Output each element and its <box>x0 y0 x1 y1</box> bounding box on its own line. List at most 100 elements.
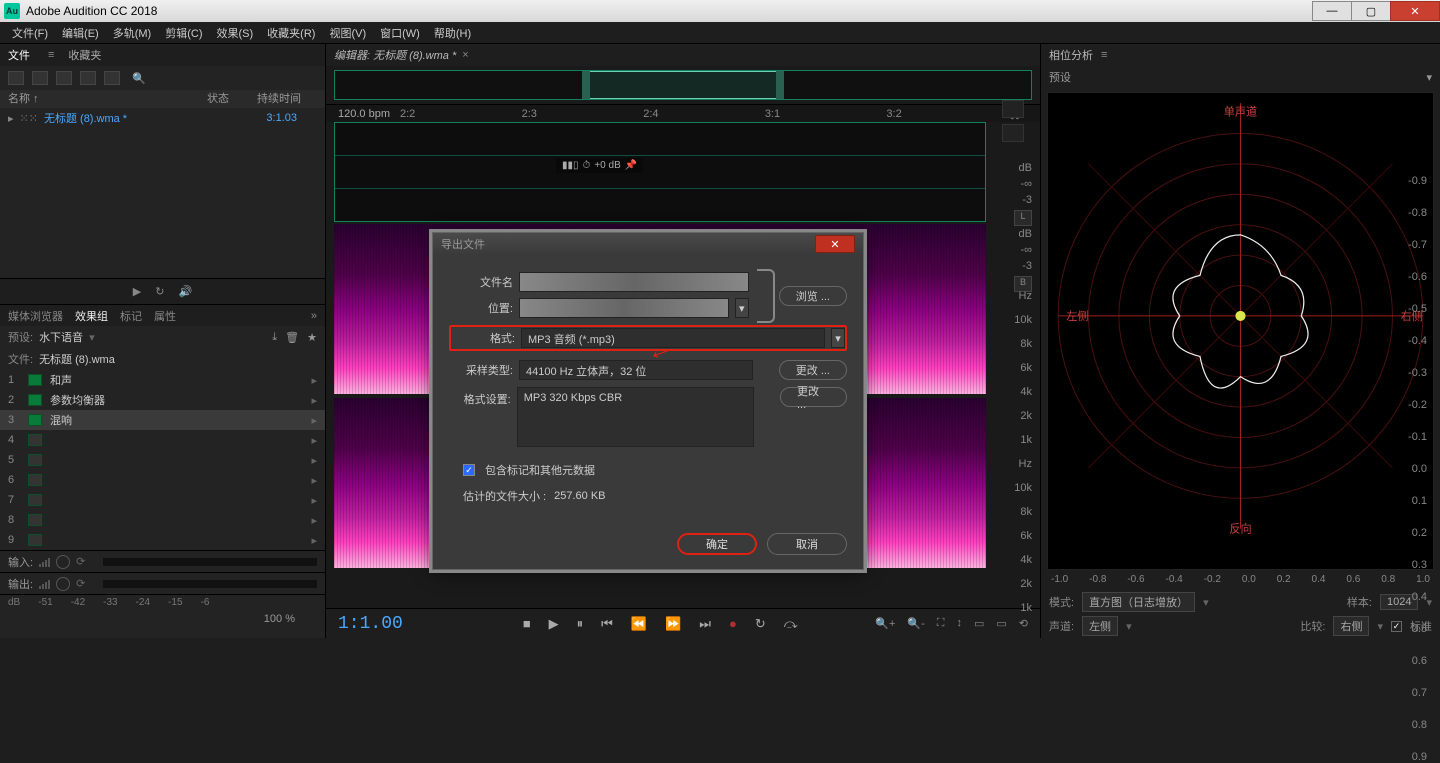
star-icon[interactable]: ★ <box>307 331 317 344</box>
col-status[interactable]: 状态 <box>207 90 257 108</box>
maximize-button[interactable]: ▢ <box>1351 1 1391 21</box>
dialog-close-button[interactable]: ✕ <box>815 235 855 253</box>
chevron-icon[interactable]: ▸ <box>311 434 317 447</box>
knob-arrow-icon[interactable]: ⟳ <box>76 577 85 590</box>
chevron-icon[interactable]: ▸ <box>311 414 317 427</box>
chevron-down-icon[interactable]: ▾ <box>1126 620 1132 633</box>
bpm-label[interactable]: 120.0 bpm <box>338 108 390 120</box>
effect-slot[interactable]: 9▸ <box>0 530 325 550</box>
mini-loop-icon[interactable]: ↻ <box>155 285 164 298</box>
selection-handle-left[interactable] <box>582 71 590 99</box>
menu-favorites[interactable]: 收藏夹(R) <box>261 23 321 43</box>
cancel-button[interactable]: 取消 <box>767 533 847 555</box>
skip-button[interactable]: ⤼ <box>784 616 798 632</box>
power-toggle[interactable] <box>28 414 42 426</box>
menu-help[interactable]: 帮助(H) <box>428 23 477 43</box>
effect-slot[interactable]: 8▸ <box>0 510 325 530</box>
include-metadata-checkbox[interactable] <box>463 464 475 476</box>
chevron-icon[interactable]: ▸ <box>311 494 317 507</box>
col-name[interactable]: 名称 ↑ <box>8 90 207 108</box>
chevron-icon[interactable]: ▸ <box>311 474 317 487</box>
power-toggle[interactable] <box>28 394 42 406</box>
save-preset-icon[interactable]: ⤓ <box>272 331 277 344</box>
close-editor-icon[interactable]: × <box>462 49 468 61</box>
dialog-titlebar[interactable]: 导出文件 ✕ <box>433 233 863 255</box>
zoom-out-icon[interactable]: 🔍- <box>907 617 924 630</box>
col-duration[interactable]: 持续时间 <box>257 90 317 108</box>
location-dropdown-icon[interactable]: ▾ <box>735 298 749 318</box>
power-toggle[interactable] <box>28 514 42 526</box>
hud-pin-icon[interactable]: 📌 <box>625 160 637 171</box>
effect-slot[interactable]: 5▸ <box>0 450 325 470</box>
tab-favorites[interactable]: 收藏夹 <box>68 47 101 63</box>
rewind-button[interactable]: ⏪ <box>631 616 647 632</box>
format-dropdown-icon[interactable]: ▾ <box>831 328 845 348</box>
insert-icon[interactable] <box>80 71 96 85</box>
view-toggle-icon[interactable] <box>1002 100 1024 118</box>
menu-view[interactable]: 视图(V) <box>323 23 372 43</box>
record-icon[interactable] <box>56 71 72 85</box>
tab-effects-rack[interactable]: 效果组 <box>75 308 108 324</box>
record-button[interactable]: ● <box>729 616 737 632</box>
chevron-icon[interactable]: ▸ <box>311 534 317 547</box>
tab-properties[interactable]: 属性 <box>154 308 176 324</box>
effect-slot[interactable]: 2参数均衡器▸ <box>0 390 325 410</box>
change-settings-button[interactable]: 更改 ... <box>780 387 847 407</box>
menu-window[interactable]: 窗口(W) <box>374 23 426 43</box>
next-button[interactable]: ⏭ <box>699 616 711 632</box>
menu-edit[interactable]: 编辑(E) <box>56 23 105 43</box>
tab-phase-analysis[interactable]: 相位分析 <box>1049 47 1093 63</box>
location-input[interactable] <box>519 298 729 318</box>
tab-markers[interactable]: 标记 <box>120 308 142 324</box>
stop-button[interactable]: ■ <box>523 616 531 632</box>
knob-arrow-icon[interactable]: ⟳ <box>76 555 85 568</box>
minimize-button[interactable]: — <box>1312 1 1352 21</box>
menu-effects[interactable]: 效果(S) <box>211 23 260 43</box>
format-select[interactable]: MP3 音频 (*.mp3) <box>521 328 825 348</box>
prev-button[interactable]: ⏮ <box>601 616 613 632</box>
pause-button[interactable]: ⏸ <box>577 616 584 632</box>
browse-button[interactable]: 浏览 ... <box>779 286 847 306</box>
close-button[interactable]: ✕ <box>1390 1 1440 21</box>
phase-scope[interactable]: 单声道 左侧 右侧 反向 -0.9 -0.8-0.7 -0.6-0.5 -0.4… <box>1047 92 1434 570</box>
filename-input[interactable] <box>519 272 749 292</box>
compare-select[interactable]: 右侧 <box>1333 616 1369 636</box>
chevron-down-icon[interactable]: ▾ <box>1426 596 1432 609</box>
power-toggle[interactable] <box>28 454 42 466</box>
tab-media-browser[interactable]: 媒体浏览器 <box>8 308 63 324</box>
forward-button[interactable]: ⏩ <box>665 616 681 632</box>
power-toggle[interactable] <box>28 474 42 486</box>
chevron-icon[interactable]: ▸ <box>311 374 317 387</box>
effect-slot[interactable]: 4▸ <box>0 430 325 450</box>
play-button[interactable]: ▶ <box>549 616 559 632</box>
mode-select[interactable]: 直方图（日志增放） <box>1082 592 1195 612</box>
power-toggle[interactable] <box>28 434 42 446</box>
menu-multitrack[interactable]: 多轨(M) <box>107 23 158 43</box>
normalize-checkbox[interactable] <box>1391 621 1402 632</box>
zoom-fit-icon[interactable]: ⛶ <box>937 617 945 630</box>
mini-play-icon[interactable]: ▶ <box>133 285 141 298</box>
mini-volume-icon[interactable]: 🔊 <box>178 285 192 298</box>
chevron-down-icon[interactable]: ▾ <box>1203 596 1209 609</box>
channel-select[interactable]: 左侧 <box>1082 616 1118 636</box>
panel-menu-icon[interactable]: ≡ <box>1101 49 1107 61</box>
timecode[interactable]: 1:1.00 <box>338 614 403 634</box>
open-file-icon[interactable] <box>32 71 48 85</box>
preset-dropdown-icon[interactable]: ▾ <box>1426 71 1432 84</box>
search-icon[interactable]: 🔍 <box>132 72 146 85</box>
selection-handle-right[interactable] <box>776 71 784 99</box>
file-row[interactable]: ▸ ⁙⁙ 无标题 (8).wma * 3:1.03 <box>0 108 325 128</box>
timeline-ruler[interactable]: 120.0 bpm 2:2 2:3 2:4 3:1 3:2 🎧 <box>326 104 1040 122</box>
effect-slot-selected[interactable]: 3混响▸ <box>0 410 325 430</box>
power-toggle[interactable] <box>28 374 42 386</box>
delete-preset-icon[interactable]: 🗑 <box>285 331 299 344</box>
loop-button[interactable]: ↻ <box>755 616 766 632</box>
chevron-icon[interactable]: ▸ <box>311 514 317 527</box>
delete-icon[interactable] <box>104 71 120 85</box>
gain-knob[interactable] <box>56 577 70 591</box>
chevron-down-icon[interactable]: ▾ <box>1377 620 1383 633</box>
effect-slot[interactable]: 7▸ <box>0 490 325 510</box>
effect-slot[interactable]: 1和声▸ <box>0 370 325 390</box>
change-sample-button[interactable]: 更改 ... <box>779 360 847 380</box>
tab-files[interactable]: 文件 <box>8 47 30 63</box>
